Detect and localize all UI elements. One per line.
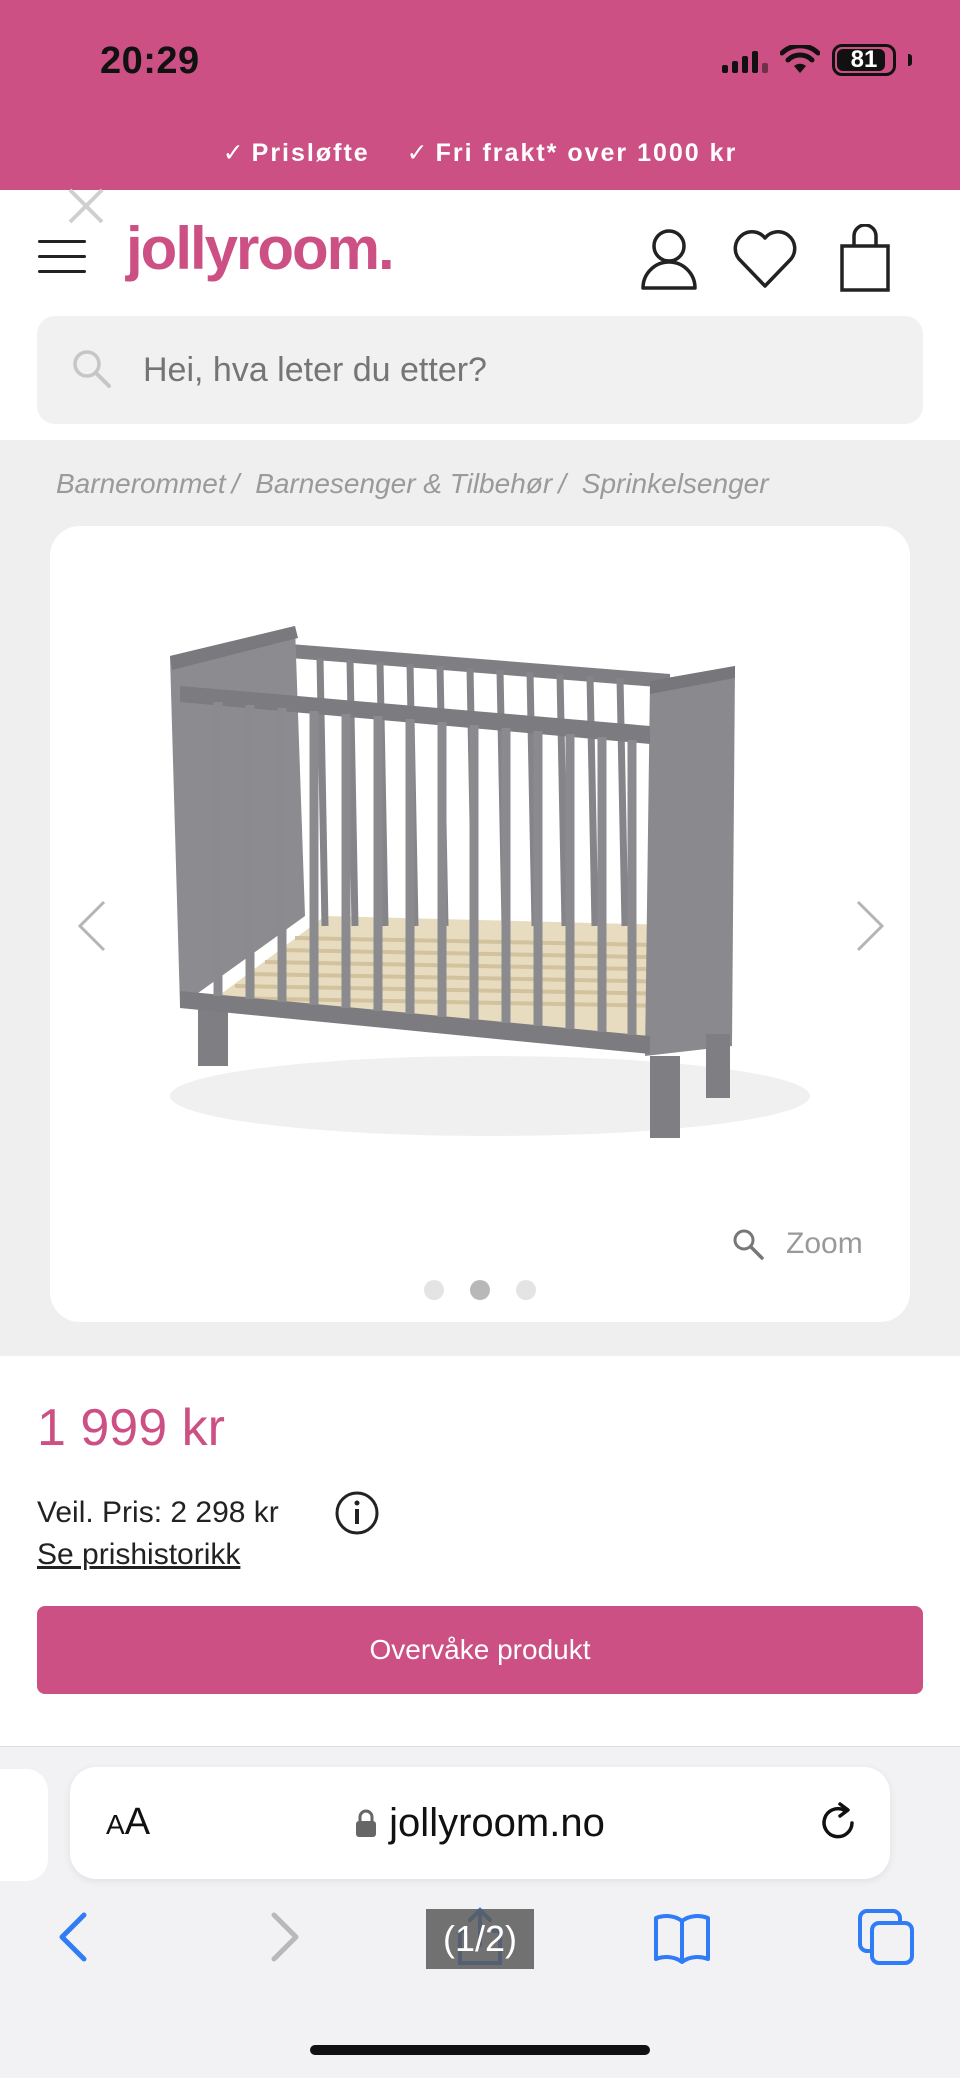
breadcrumb-item[interactable]: Barnesenger & Tilbehør (255, 468, 552, 499)
promo-item: ✓ Fri frakt* over 1000 kr (406, 139, 738, 167)
reload-icon[interactable] (816, 1801, 860, 1845)
battery-level: 81 (850, 46, 878, 73)
browser-toolbar: AA jollyroom.no (1/2) (0, 1746, 960, 2078)
product-image-card: Zoom (50, 526, 910, 1322)
search-input[interactable] (143, 316, 843, 424)
wifi-icon (780, 45, 820, 73)
bookmarks-icon[interactable] (652, 1907, 712, 1967)
carousel-dot[interactable] (424, 1280, 444, 1300)
product-image[interactable] (110, 626, 870, 1186)
search-bar[interactable] (37, 316, 923, 424)
check-icon: ✓ (222, 139, 246, 167)
product-gallery-section: Barnerommet / Barnesenger & Tilbehør / Spr… (0, 440, 960, 1356)
forward-icon[interactable] (252, 1907, 312, 1967)
home-indicator (310, 2045, 650, 2055)
status-time: 20:29 (100, 40, 200, 82)
carousel-dot[interactable] (516, 1280, 536, 1300)
watch-product-button[interactable]: Overvåke produkt (37, 1606, 923, 1694)
bag-icon[interactable] (830, 224, 900, 294)
address-bar[interactable]: AA jollyroom.no (70, 1767, 890, 1879)
carousel-dot-active[interactable] (470, 1280, 490, 1300)
site-header: jollyroom. (0, 190, 960, 315)
zoom-icon (733, 1229, 764, 1260)
page-counter: (1/2) (426, 1909, 534, 1969)
breadcrumb: Barnerommet / Barnesenger & Tilbehør / Spr… (56, 468, 769, 499)
promo-bar: ✓ Prisløfte ✓ Fri frakt* over 1000 kr (0, 138, 960, 168)
close-icon[interactable] (64, 184, 108, 228)
logo[interactable]: jollyroom. (126, 214, 395, 283)
promo-item: ✓ Prisløfte (222, 139, 370, 167)
cellular-signal-icon (722, 47, 768, 73)
url-display[interactable]: jollyroom.no (70, 1767, 890, 1879)
search-icon (73, 350, 111, 388)
chevron-right-icon[interactable] (850, 896, 890, 956)
chevron-left-icon[interactable] (72, 896, 112, 956)
check-icon: ✓ (406, 139, 430, 167)
menu-icon[interactable] (38, 240, 88, 274)
carousel-dots (50, 1280, 910, 1305)
zoom-button[interactable]: Zoom (730, 1226, 863, 1262)
zoom-label: Zoom (786, 1227, 863, 1260)
info-icon[interactable] (334, 1490, 380, 1536)
price-history-link[interactable]: Se prishistorikk (37, 1538, 240, 1572)
previous-tab-preview[interactable] (0, 1769, 48, 1881)
battery-icon: 81 (832, 44, 896, 76)
heart-icon[interactable] (730, 224, 800, 294)
status-icons: 81 (722, 44, 912, 76)
lock-icon (356, 1809, 377, 1837)
user-icon[interactable] (634, 224, 704, 294)
recommended-price: Veil. Pris: 2 298 kr (37, 1496, 279, 1529)
breadcrumb-item[interactable]: Barnerommet (56, 468, 226, 499)
back-icon[interactable] (46, 1907, 106, 1967)
breadcrumb-item[interactable]: Sprinkelsenger (582, 468, 769, 499)
product-price: 1 999 kr (37, 1399, 225, 1457)
top-banner: 20:29 81 ✓ Prisløfte ✓ Fri frakt* over 100… (0, 0, 960, 190)
tabs-icon[interactable] (856, 1907, 916, 1967)
